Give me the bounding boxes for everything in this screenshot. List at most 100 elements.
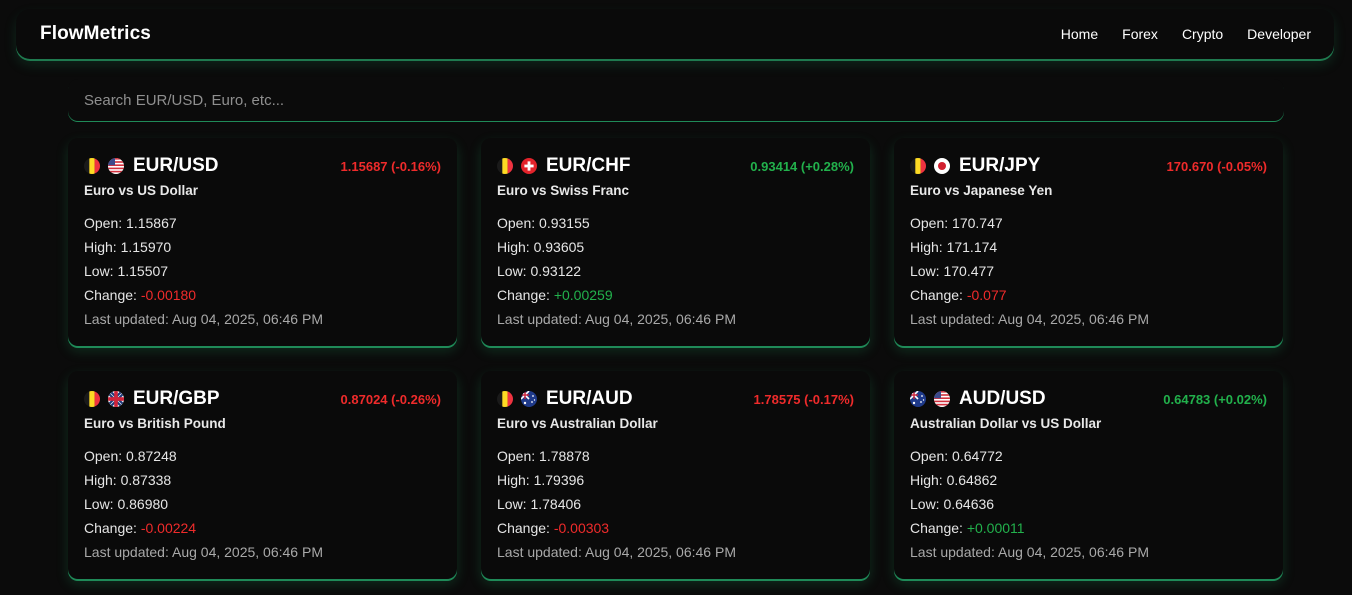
low-row: Low: 0.64636 (910, 492, 1267, 516)
stats-list: Open: 1.15867 High: 1.15970 Low: 1.15507 Ch… (84, 211, 441, 331)
currency-card-grid: EUR/USD 1.15687 (-0.16%) Euro vs US Dollar… (68, 138, 1284, 579)
last-updated-value: Aug 04, 2025, 06:46 PM (997, 311, 1149, 327)
swiss-flag-icon (521, 158, 537, 174)
currency-card-eur-chf[interactable]: EUR/CHF 0.93414 (+0.28%) Euro vs Swiss Fra… (481, 138, 870, 346)
change-value: +0.00011 (966, 520, 1025, 536)
change-label: Change: (84, 287, 137, 303)
pair-symbol: EUR/GBP (133, 388, 220, 409)
pair-description: Euro vs Swiss Franc (497, 183, 630, 198)
change-row: Change: -0.00303 (497, 516, 854, 540)
last-updated-label: Last updated: (910, 544, 995, 560)
currency-card-eur-jpy[interactable]: EUR/JPY 170.670 (-0.05%) Euro vs Japanese … (894, 138, 1283, 346)
open-label: Open: (497, 448, 536, 464)
pair-symbol: EUR/USD (133, 155, 219, 176)
currency-card-eur-aud[interactable]: EUR/AUD 1.78575 (-0.17%) Euro vs Australia… (481, 371, 870, 579)
australia-flag-icon (910, 391, 926, 407)
last-updated-row: Last updated: Aug 04, 2025, 06:46 PM (84, 307, 441, 331)
change-label: Change: (497, 287, 550, 303)
nav-link-developer[interactable]: Developer (1247, 26, 1311, 42)
pair-title-group: EUR/CHF (497, 155, 630, 177)
current-price: 0.87024 (-0.26%) (340, 391, 441, 407)
change-label: Change: (910, 520, 963, 536)
open-label: Open: (910, 215, 949, 231)
high-value: 0.64862 (946, 472, 998, 488)
pair-symbol: EUR/JPY (959, 155, 1041, 176)
change-label: Change: (497, 520, 550, 536)
current-price: 0.64783 (+0.02%) (1163, 391, 1267, 407)
belgium-flag-icon (910, 158, 926, 174)
brand-logo[interactable]: FlowMetrics (40, 23, 151, 45)
last-updated-value: Aug 04, 2025, 06:46 PM (584, 544, 736, 560)
currency-card-eur-gbp[interactable]: EUR/GBP 0.87024 (-0.26%) Euro vs British P… (68, 371, 457, 579)
belgium-flag-icon (497, 158, 513, 174)
nav-link-forex[interactable]: Forex (1122, 26, 1158, 42)
current-price: 1.15687 (-0.16%) (340, 158, 441, 174)
change-value: -0.077 (966, 287, 1007, 303)
search-input[interactable] (68, 79, 1284, 121)
nav-links: Home Forex Crypto Developer (1037, 26, 1311, 42)
low-row: Low: 170.477 (910, 259, 1267, 283)
pair-title-group: EUR/GBP (84, 388, 220, 410)
last-updated-value: Aug 04, 2025, 06:46 PM (584, 311, 736, 327)
stats-list: Open: 0.87248 High: 0.87338 Low: 0.86980 Ch… (84, 444, 441, 564)
change-row: Change: -0.077 (910, 283, 1267, 307)
currency-card-eur-usd[interactable]: EUR/USD 1.15687 (-0.16%) Euro vs US Dollar… (68, 138, 457, 346)
pair-title-group: EUR/JPY (910, 155, 1040, 177)
high-label: High: (497, 239, 530, 255)
nav-link-crypto[interactable]: Crypto (1182, 26, 1223, 42)
change-value: +0.00259 (553, 287, 613, 303)
last-updated-row: Last updated: Aug 04, 2025, 06:46 PM (497, 540, 854, 564)
last-updated-row: Last updated: Aug 04, 2025, 06:46 PM (497, 307, 854, 331)
open-value: 1.15867 (126, 215, 177, 231)
low-value: 1.78406 (530, 496, 582, 512)
low-value: 0.64636 (943, 496, 995, 512)
low-row: Low: 0.86980 (84, 492, 441, 516)
current-price: 0.93414 (+0.28%) (750, 158, 854, 174)
stats-list: Open: 0.93155 High: 0.93605 Low: 0.93122 Ch… (497, 211, 854, 331)
open-row: Open: 0.64772 (910, 444, 1267, 468)
stats-list: Open: 1.78878 High: 1.79396 Low: 1.78406 Ch… (497, 444, 854, 564)
high-row: High: 1.15970 (84, 235, 441, 259)
low-label: Low: (84, 263, 114, 279)
pair-description: Euro vs US Dollar (84, 183, 199, 198)
last-updated-row: Last updated: Aug 04, 2025, 06:46 PM (84, 540, 441, 564)
low-row: Low: 1.78406 (497, 492, 854, 516)
us-flag-icon (934, 391, 950, 407)
open-row: Open: 0.87248 (84, 444, 441, 468)
open-label: Open: (910, 448, 949, 464)
change-row: Change: -0.00180 (84, 283, 441, 307)
change-row: Change: +0.00011 (910, 516, 1267, 540)
pair-title-group: AUD/USD (910, 388, 1046, 410)
last-updated-label: Last updated: (84, 544, 169, 560)
low-label: Low: (910, 496, 940, 512)
high-row: High: 0.93605 (497, 235, 854, 259)
belgium-flag-icon (497, 391, 513, 407)
top-navbar: FlowMetrics Home Forex Crypto Developer (16, 9, 1334, 59)
open-value: 0.64772 (952, 448, 1003, 464)
low-value: 0.86980 (117, 496, 169, 512)
low-label: Low: (910, 263, 940, 279)
high-row: High: 1.79396 (497, 468, 854, 492)
card-header: EUR/CHF 0.93414 (+0.28%) (497, 155, 854, 177)
change-label: Change: (84, 520, 137, 536)
change-value: -0.00180 (140, 287, 197, 303)
open-row: Open: 1.78878 (497, 444, 854, 468)
pair-description: Euro vs Australian Dollar (497, 416, 658, 431)
open-value: 0.87248 (126, 448, 177, 464)
open-label: Open: (84, 448, 123, 464)
low-value: 170.477 (943, 263, 995, 279)
high-label: High: (497, 472, 530, 488)
open-value: 1.78878 (539, 448, 590, 464)
uk-flag-icon (108, 391, 124, 407)
us-flag-icon (108, 158, 124, 174)
nav-link-home[interactable]: Home (1061, 26, 1098, 42)
card-header: EUR/USD 1.15687 (-0.16%) (84, 155, 441, 177)
last-updated-label: Last updated: (497, 311, 582, 327)
high-label: High: (910, 472, 943, 488)
pair-symbol: EUR/CHF (546, 155, 631, 176)
last-updated-label: Last updated: (497, 544, 582, 560)
pair-title-group: EUR/USD (84, 155, 219, 177)
currency-card-aud-usd[interactable]: AUD/USD 0.64783 (+0.02%) Australian Dollar… (894, 371, 1283, 579)
change-label: Change: (910, 287, 963, 303)
open-row: Open: 1.15867 (84, 211, 441, 235)
